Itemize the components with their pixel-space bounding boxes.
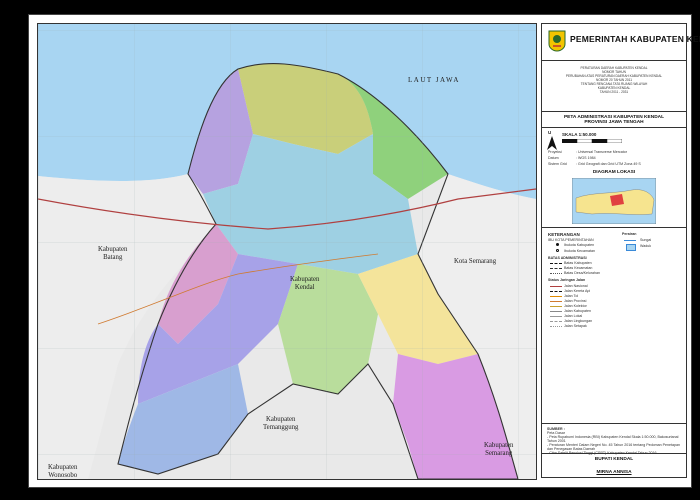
north-label: U — [548, 130, 552, 135]
legend-panel: PEMERINTAH KABUPATEN KENDAL PERATURAN DA… — [541, 23, 700, 478]
road-line-icon — [550, 316, 562, 317]
datum-value: : WGS 1984 — [576, 156, 596, 160]
road-line-icon — [550, 321, 562, 322]
label-kab-wonosobo: Kabupaten Wonosobo — [48, 464, 78, 479]
map-sheet: LAUT JAWA Kabupaten Batang Kota Semarang… — [28, 14, 700, 488]
map-title-block: PETA ADMINISTRASI KABUPATEN KENDAL PROVI… — [542, 112, 686, 128]
road-line-icon — [550, 311, 562, 312]
legend-item: Jalan Kabupaten — [564, 309, 591, 313]
river-line-icon — [624, 240, 636, 241]
legend-item: Jalan Lingkungan — [564, 319, 593, 323]
label-kab-batang: Kabupaten Batang — [98, 246, 128, 261]
legend-item: Jalan Nasional — [564, 284, 588, 288]
legend-item: Sungai — [640, 238, 652, 242]
header-box: PEMERINTAH KABUPATEN KENDAL — [542, 24, 700, 61]
rail-line-icon — [550, 291, 562, 292]
scale-label: SKALA 1:50.000 — [562, 132, 597, 137]
capital-symbol-icon — [556, 243, 559, 246]
regulation-line: TAHUN 2011 - 2031 — [599, 90, 629, 94]
map-subtitle: PROVINSI JAWA TENGAH — [584, 120, 644, 125]
legend-item: Waduk — [640, 244, 652, 248]
label-kota-semarang: Kota Semarang — [454, 258, 497, 265]
road-line-icon — [550, 301, 562, 302]
sources-block: SUMBER : Peta Dasar - Peta Rupabumi Indo… — [542, 424, 686, 455]
legend-item: Ibukota Kabupaten — [564, 243, 595, 247]
legend-item: Jalan Provinsi — [564, 299, 587, 303]
location-diagram-title: DIAGRAM LOKASI — [592, 170, 636, 175]
reservoir-icon — [626, 244, 636, 251]
road-line-icon — [550, 326, 562, 327]
projection-value: : Universal Transverse Mercator — [576, 150, 627, 154]
signature-name: MIRNA ANNISA — [596, 470, 632, 475]
boundary-line-icon — [550, 263, 562, 264]
water-title: Perairan — [622, 232, 637, 236]
projection-label: Proyeksi — [548, 150, 562, 154]
road-line-icon — [550, 286, 562, 287]
label-kab-temanggung: Kabupaten Temanggung — [263, 416, 299, 431]
district-symbol-icon — [556, 249, 559, 252]
label-kab-kendal: Kabupaten Kendal — [290, 276, 320, 291]
legend-item: Jalan Lokal — [564, 314, 583, 318]
location-diagram — [572, 178, 656, 224]
legend-item: Batas Desa/Kelurahan — [564, 271, 600, 275]
legend-item: Jalan Setapak — [564, 324, 587, 328]
grid-value: : Grid Geografi dan Grid UTM Zona 49 S — [576, 162, 641, 166]
legend-block: KETERANGAN IBU KOTA PEMERINTAHAN Ibukota… — [542, 228, 686, 424]
boundary-line-icon — [550, 268, 562, 269]
label-kab-semarang: Kabupaten Semarang — [484, 442, 514, 457]
boundary-title: BATAS ADMINISTRASI — [548, 256, 587, 260]
legend-item: Batas Kabupaten — [564, 261, 592, 265]
north-arrow-icon — [547, 136, 557, 150]
signature-office: BUPATI KENDAL — [594, 457, 634, 462]
legend-subtitle: IBU KOTA PEMERINTAHAN — [548, 238, 594, 242]
scale-block: U SKALA 1:50.000 Proyeksi : Universal Tr… — [542, 128, 686, 228]
road-line-icon — [550, 306, 562, 307]
map-frame: LAUT JAWA Kabupaten Batang Kota Semarang… — [37, 23, 537, 480]
road-title: Status Jaringan Jalan — [548, 278, 586, 282]
legend-item: Jalan Kereta Api — [564, 289, 591, 293]
signature-block: BUPATI KENDAL MIRNA ANNISA — [542, 454, 686, 478]
header-title: PEMERINTAH KABUPATEN KENDAL — [570, 34, 700, 44]
source-line: - Peta Rupabumi Indonesia (RBI) Kabupate… — [547, 435, 679, 443]
legend-title: KETERANGAN — [548, 232, 580, 237]
sea-label: LAUT JAWA — [408, 76, 460, 84]
road-line-icon — [550, 296, 562, 297]
kendal-emblem-icon — [548, 30, 566, 52]
legend-item: Ibukota Kecamatan — [564, 249, 595, 253]
grid-label: Sistem Grid — [548, 162, 567, 166]
datum-label: Datum — [548, 156, 559, 160]
scale-bar — [562, 139, 622, 143]
regulation-block: PERATURAN DAERAH KABUPATEN KENDAL NOMOR … — [542, 60, 686, 112]
legend-item: Batas Kecamatan — [564, 266, 593, 270]
legend-item: Jalan Kolektor — [564, 304, 587, 308]
source-line: - Peraturan Menteri Dalam Negeri No. 45 … — [547, 443, 680, 451]
boundary-line-icon — [550, 273, 562, 274]
legend-item: Jalan Tol — [564, 294, 579, 298]
